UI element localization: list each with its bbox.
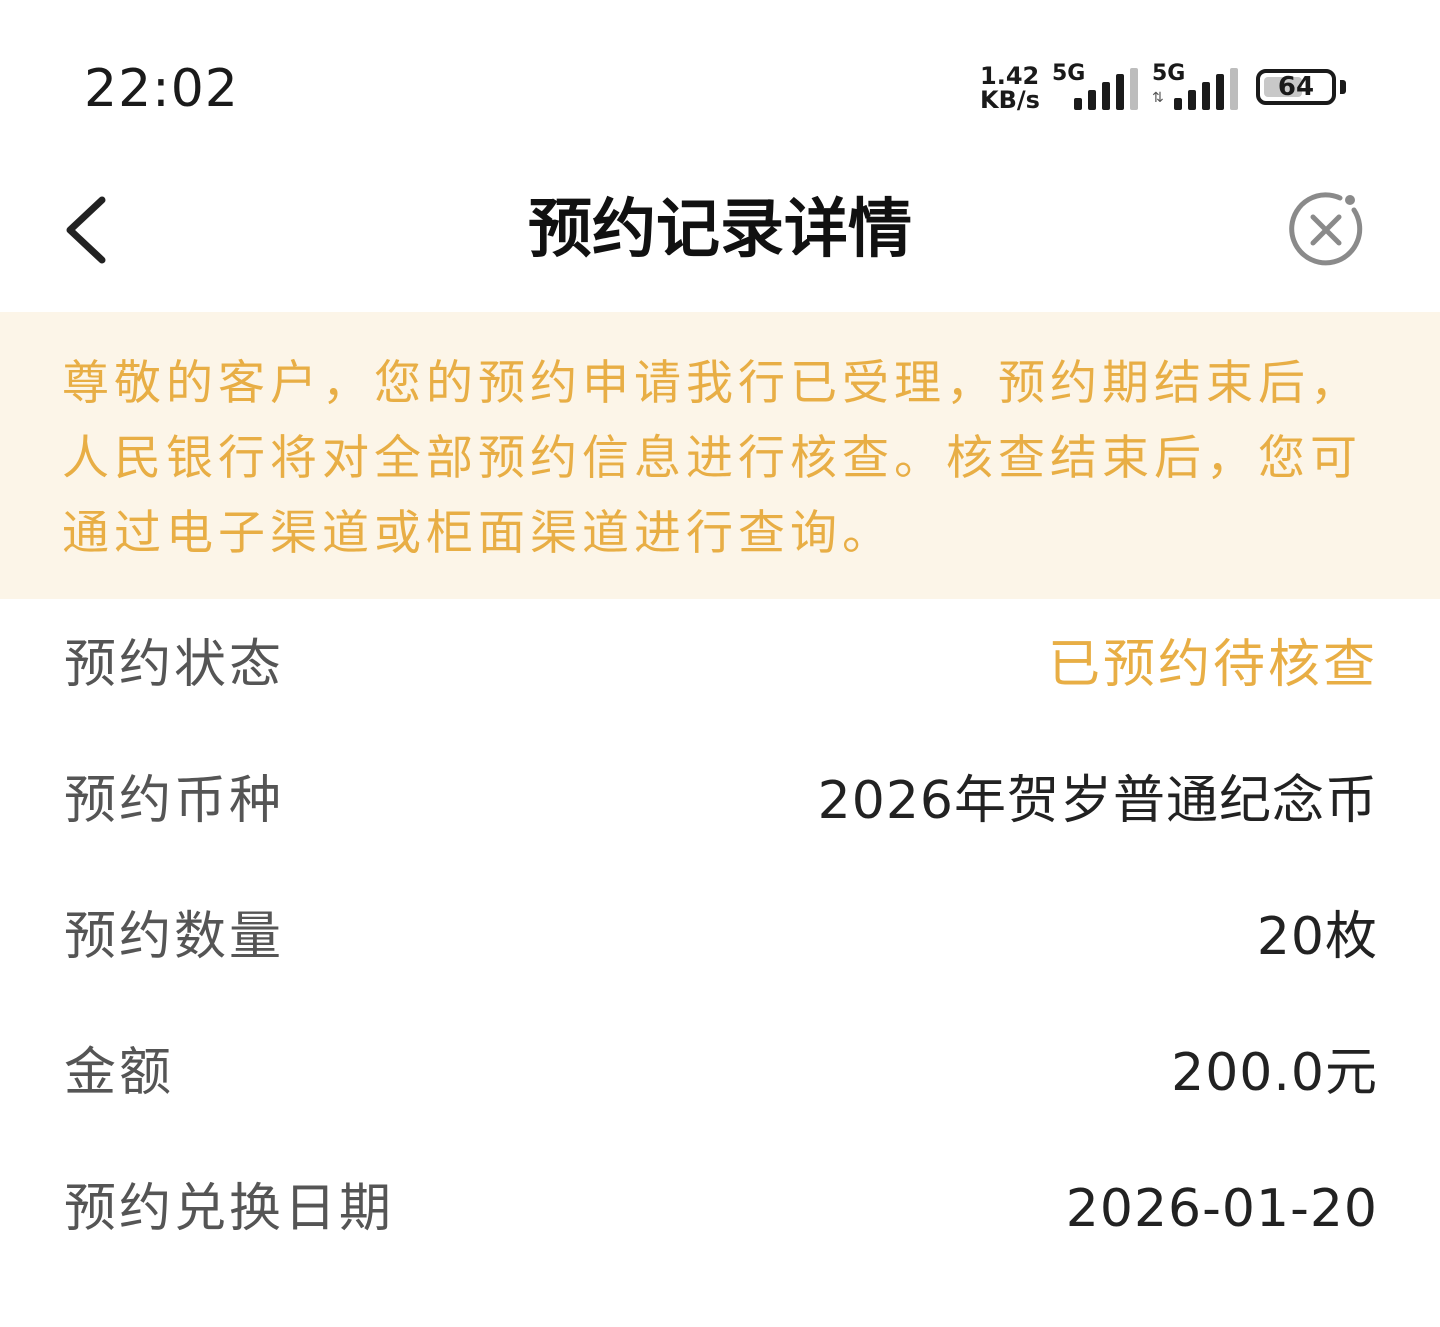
back-button[interactable] [50,184,130,274]
detail-row-amount: 金额 200.0元 [64,1007,1378,1143]
detail-value: 20枚 [1256,907,1378,967]
detail-value: 2026年贺岁普通纪念币 [817,771,1378,831]
network-speed-unit: KB/s [980,86,1040,114]
notice-text: 尊敬的客户，您的预约申请我行已受理，预约期结束后，人民银行将对全部预约信息进行核… [62,356,1362,561]
detail-row-exchange-date: 预约兑换日期 2026-01-20 [64,1143,1378,1279]
battery-icon: 64 [1256,69,1336,105]
detail-label: 预约兑换日期 [64,1179,395,1239]
battery-tip [1340,80,1346,94]
data-arrows-icon: ⇅ [1152,90,1164,106]
page-title: 预约记录详情 [528,193,912,267]
detail-row-status: 预约状态 已预约待核查 [64,599,1378,735]
network-speed: 1.42 KB/s [980,64,1050,112]
signal-bars-icon [1074,68,1140,110]
detail-label: 预约数量 [64,907,285,967]
notice-banner: 尊敬的客户，您的预约申请我行已受理，预约期结束后，人民银行将对全部预约信息进行核… [0,312,1440,599]
detail-label: 预约状态 [64,635,285,695]
chevron-left-icon [66,196,106,264]
status-value: 已预约待核查 [1047,635,1378,695]
detail-row-quantity: 预约数量 20枚 [64,871,1378,1007]
status-time: 22:02 [84,59,239,119]
detail-label: 金额 [64,1043,175,1103]
nav-bar: 预约记录详情 [0,150,1440,312]
network-speed-value: 1.42 [980,62,1040,90]
detail-value: 200.0元 [1171,1043,1378,1103]
sim2-signal: 5G ⇅ [1152,62,1238,110]
sim1-signal: 5G [1052,62,1138,110]
detail-row-currency: 预约币种 2026年贺岁普通纪念币 [64,735,1378,871]
close-circle-icon [1289,192,1363,266]
signal-bars-icon [1174,68,1240,110]
detail-value: 2026-01-20 [1065,1179,1378,1239]
battery-level: 64 [1277,72,1315,102]
reservation-detail-page: 22:02 1.42 KB/s 5G 5G ⇅ 64 预约记录详情 尊敬的客户，… [0,0,1440,1327]
close-button[interactable] [1280,184,1372,276]
status-bar: 22:02 1.42 KB/s 5G 5G ⇅ 64 [0,0,1440,150]
detail-label: 预约币种 [64,771,285,831]
reservation-details: 预约状态 已预约待核查 预约币种 2026年贺岁普通纪念币 预约数量 20枚 金… [0,599,1440,1279]
